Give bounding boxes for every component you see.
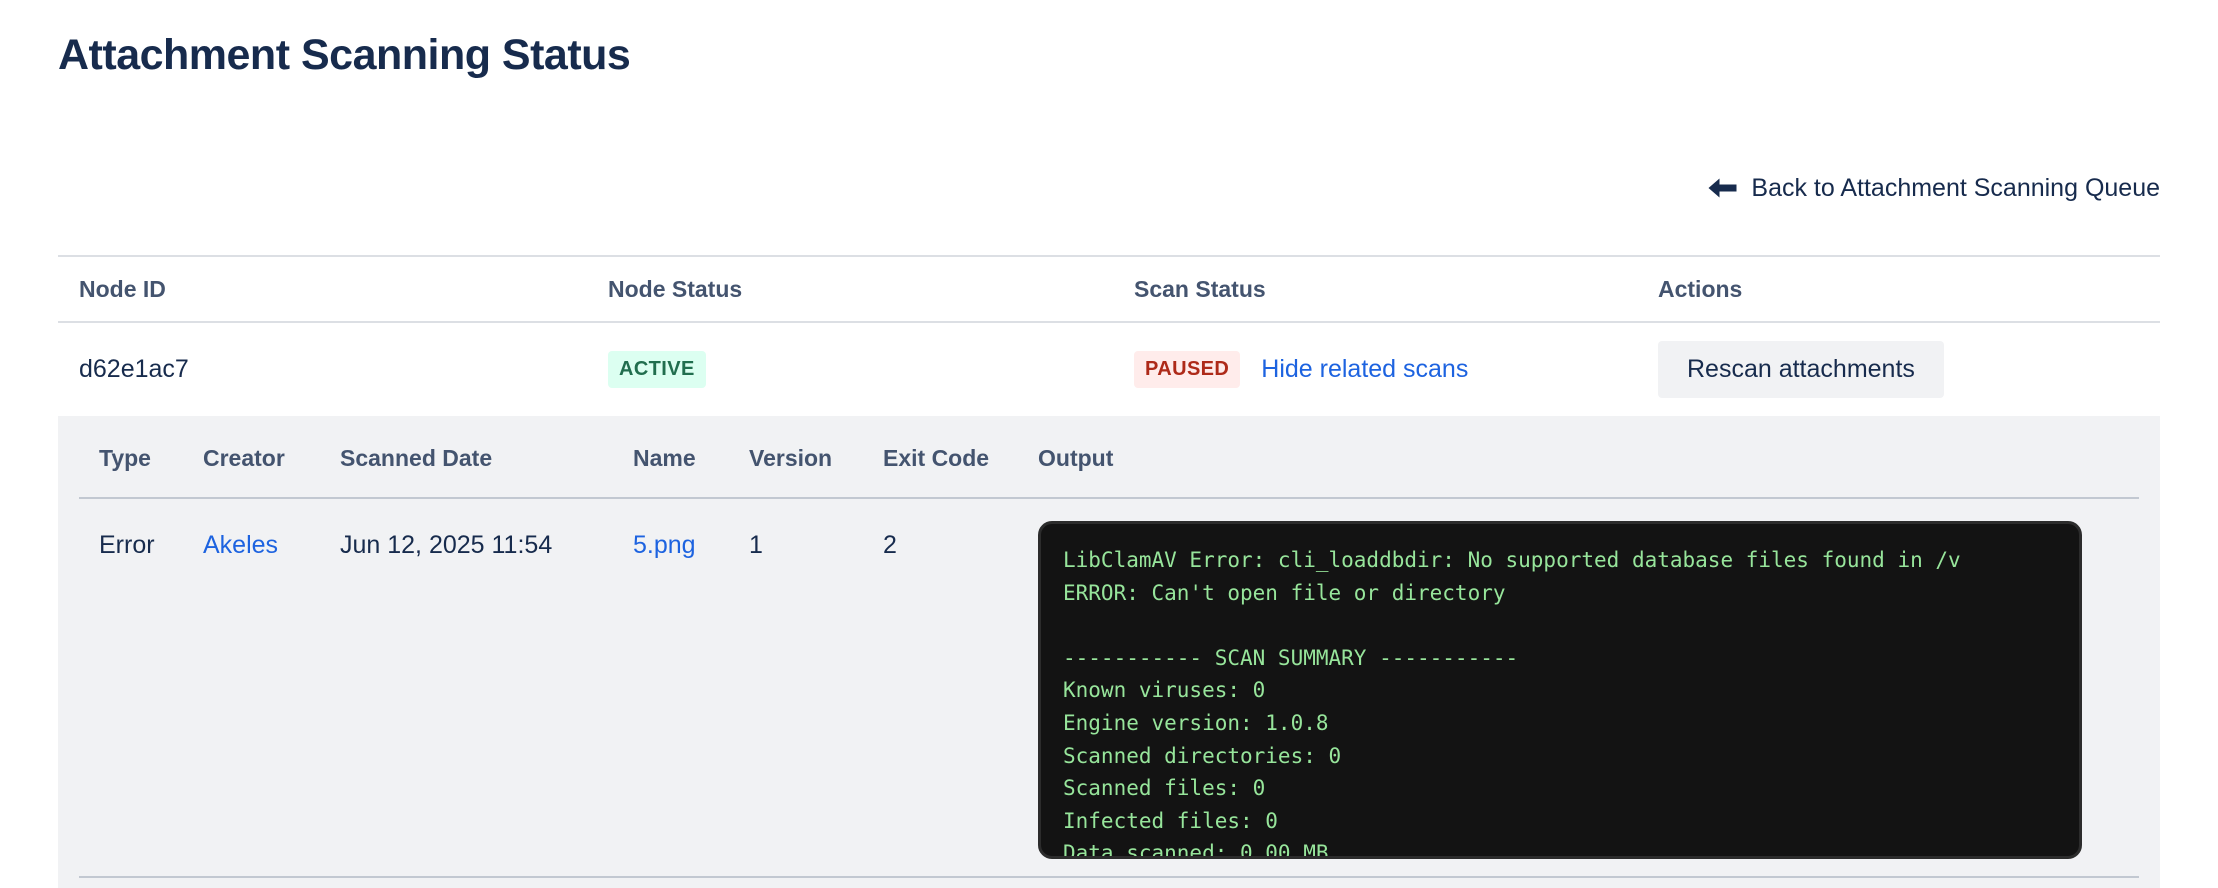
column-header-version: Version	[729, 445, 863, 472]
hide-related-scans-link[interactable]: Hide related scans	[1261, 355, 1468, 384]
scan-output-terminal[interactable]: LibClamAV Error: cli_loaddbdir: No suppo…	[1038, 521, 2082, 859]
attachment-file-link[interactable]: 5.png	[633, 531, 696, 559]
column-header-scanned-date: Scanned Date	[320, 445, 613, 472]
nodes-table: Node ID Node Status Scan Status Actions …	[58, 255, 2160, 888]
scan-type-value: Error	[79, 521, 183, 859]
column-header-exit-code: Exit Code	[863, 445, 1018, 472]
creator-link[interactable]: Akeles	[203, 531, 278, 559]
node-row: d62e1ac7 ACTIVE PAUSED Hide related scan…	[58, 321, 2160, 416]
scan-name-cell: 5.png	[613, 521, 729, 859]
scan-status-badge: PAUSED	[1134, 351, 1240, 388]
back-link-label: Back to Attachment Scanning Queue	[1751, 174, 2160, 203]
scan-output-cell: LibClamAV Error: cli_loaddbdir: No suppo…	[1018, 521, 2139, 859]
column-header-scan-status: Scan Status	[1113, 276, 1637, 303]
scan-creator-cell: Akeles	[183, 521, 320, 859]
scan-date-value: Jun 12, 2025 11:54	[320, 521, 613, 859]
scan-version-value: 1	[729, 521, 863, 859]
scan-exit-code-value: 2	[863, 521, 1018, 859]
node-status-badge: ACTIVE	[608, 351, 706, 388]
panel-bottom-divider	[79, 876, 2139, 878]
column-header-name: Name	[613, 445, 729, 472]
scan-row: Error Akeles Jun 12, 2025 11:54 5.png 1 …	[79, 499, 2139, 859]
scan-output-text: LibClamAV Error: cli_loaddbdir: No suppo…	[1063, 544, 2057, 859]
attachment-scanning-status-page: Attachment Scanning Status Back to Attac…	[0, 31, 2218, 888]
column-header-actions: Actions	[1637, 276, 2160, 303]
related-scans-panel: Type Creator Scanned Date Name Version E…	[58, 416, 2160, 888]
back-row: Back to Attachment Scanning Queue	[58, 174, 2160, 203]
scan-status-cell: PAUSED Hide related scans	[1113, 351, 1637, 388]
column-header-type: Type	[79, 445, 183, 472]
column-header-node-status: Node Status	[587, 276, 1113, 303]
column-header-node-id: Node ID	[58, 276, 587, 303]
back-to-queue-link[interactable]: Back to Attachment Scanning Queue	[1707, 174, 2160, 203]
actions-cell: Rescan attachments	[1637, 341, 2160, 398]
nodes-table-header: Node ID Node Status Scan Status Actions	[58, 255, 2160, 321]
node-id-value: d62e1ac7	[58, 355, 587, 384]
rescan-attachments-button[interactable]: Rescan attachments	[1658, 341, 1944, 398]
scans-table-header: Type Creator Scanned Date Name Version E…	[79, 416, 2139, 499]
page-title: Attachment Scanning Status	[58, 31, 2160, 80]
column-header-creator: Creator	[183, 445, 320, 472]
column-header-output: Output	[1018, 445, 2139, 472]
node-status-cell: ACTIVE	[587, 351, 1113, 388]
back-arrow-icon	[1707, 177, 1738, 200]
